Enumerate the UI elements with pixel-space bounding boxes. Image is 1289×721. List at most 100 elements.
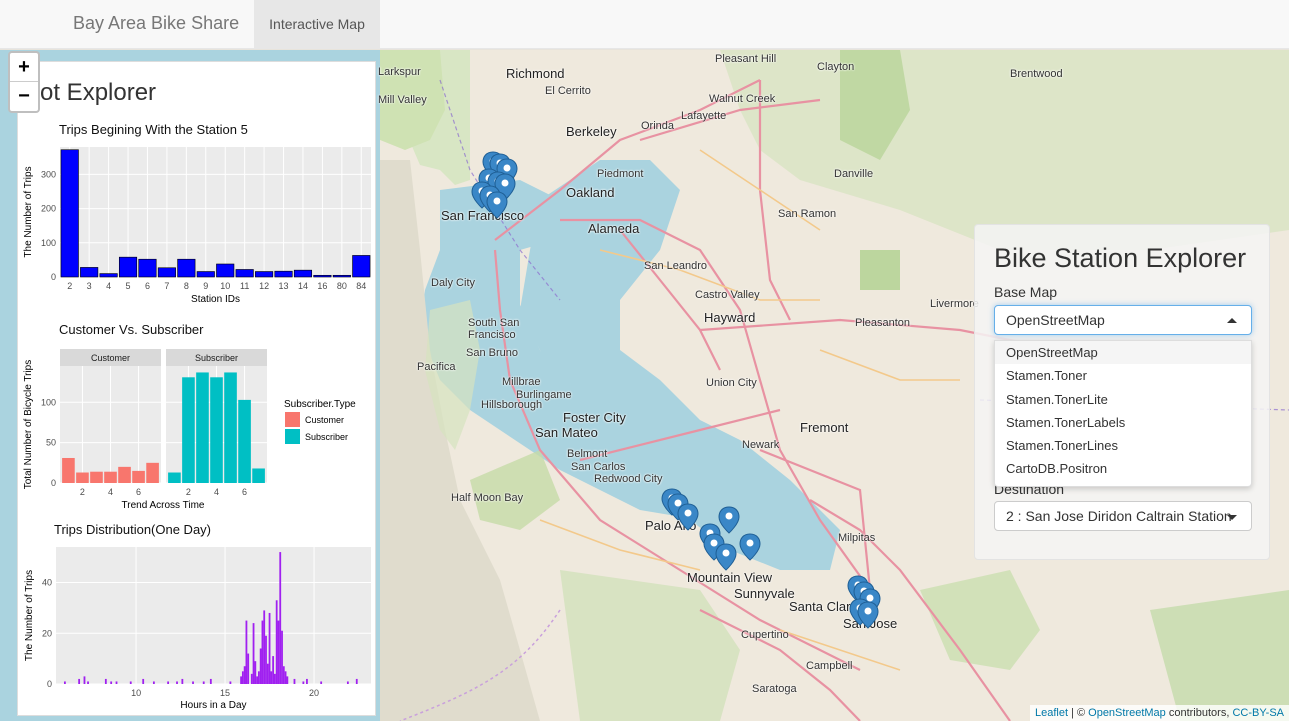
- bar: [282, 666, 285, 684]
- y-tick-label: 0: [47, 679, 52, 689]
- plot-explorer-panel[interactable]: ot Explorer Trips Begining With the Stat…: [17, 61, 376, 716]
- osm-link[interactable]: OpenStreetMap: [1088, 707, 1166, 719]
- map-label: Half Moon Bay: [451, 492, 524, 504]
- x-tick-label: 13: [279, 281, 289, 291]
- bar: [235, 269, 254, 278]
- bar: [129, 681, 132, 684]
- y-tick-label: 100: [41, 238, 56, 248]
- y-tick-label: 20: [42, 628, 52, 638]
- customer-subscriber-chart: Customer 2 4 6 Subscriber 2 4 6 0 50 100 Trend Acro…: [23, 349, 356, 511]
- dropdown-option[interactable]: OpenStreetMap: [995, 341, 1251, 365]
- dropdown-option[interactable]: Stamen.TonerLines: [995, 434, 1251, 457]
- chart1-title: Trips Begining With the Station 5: [59, 122, 248, 137]
- zoom-control: + −: [8, 51, 40, 113]
- dropdown-option[interactable]: Stamen.TonerLabels: [995, 411, 1251, 434]
- chart2-title: Customer Vs. Subscriber: [59, 322, 204, 337]
- x-tick-label: 4: [108, 487, 113, 497]
- bar: [210, 377, 223, 483]
- map-label: Palo Alto: [645, 518, 697, 533]
- legend-swatch: [285, 429, 300, 444]
- bar: [247, 653, 250, 684]
- x-tick-label: 2: [186, 487, 191, 497]
- base-map-select[interactable]: OpenStreetMap: [994, 305, 1252, 335]
- map-label: Saratoga: [752, 683, 797, 695]
- map-label: Walnut Creek: [709, 93, 776, 105]
- bar: [132, 470, 145, 483]
- x-tick-label: 9: [203, 281, 208, 291]
- destination-value: 2 : San Jose Diridon Caltrain Station: [1006, 508, 1232, 524]
- bar: [286, 676, 289, 684]
- bar: [62, 457, 75, 483]
- bar: [192, 681, 194, 684]
- bike-station-explorer-panel[interactable]: Bike Station Explorer Base Map OpenStree…: [974, 224, 1270, 560]
- bar: [274, 270, 293, 278]
- bar: [76, 472, 89, 483]
- bar: [268, 612, 271, 684]
- base-map-dropdown[interactable]: OpenStreetMap Stamen.Toner Stamen.TonerL…: [994, 340, 1252, 487]
- bar: [196, 271, 215, 278]
- bar: [104, 471, 117, 483]
- bar: [257, 671, 260, 684]
- dropdown-option[interactable]: Stamen.Toner: [995, 364, 1251, 387]
- map-label: San Francisco: [441, 208, 525, 223]
- bar: [182, 377, 195, 483]
- dropdown-option[interactable]: Stamen.TonerLite: [995, 388, 1251, 411]
- bar: [263, 610, 266, 684]
- y-tick-label: 100: [41, 397, 56, 407]
- map-label: Sunnyvale: [734, 586, 795, 601]
- bar: [256, 676, 259, 684]
- app-brand[interactable]: Bay Area Bike Share: [73, 13, 239, 34]
- plot-panel: [60, 147, 371, 277]
- y-tick-label: 0: [51, 478, 56, 488]
- map-label: Pleasant Hill: [715, 53, 777, 65]
- x-tick-label: 84: [356, 281, 366, 291]
- x-tick-label: 16: [317, 281, 327, 291]
- bar: [216, 263, 235, 278]
- x-axis-label: Trend Across Time: [122, 500, 205, 511]
- dropdown-option[interactable]: CartoDB.Positron: [995, 457, 1251, 480]
- trips-distribution-chart: 0 20 40 10 15 20 Hours in a Day The Number of T…: [24, 547, 371, 711]
- zoom-out-button[interactable]: −: [10, 82, 38, 111]
- panel-title: ot Explorer: [40, 79, 157, 106]
- bar: [261, 620, 264, 684]
- zoom-in-button[interactable]: +: [10, 53, 38, 82]
- map-label: Redwood City: [594, 473, 663, 485]
- map-label: Brentwood: [1010, 68, 1063, 80]
- x-tick-label: 4: [214, 487, 219, 497]
- map-label: Belmont: [567, 448, 608, 460]
- bar: [142, 678, 145, 684]
- map-label: Foster City: [563, 410, 626, 425]
- bar: [302, 681, 305, 684]
- bar: [110, 681, 113, 684]
- legend-swatch: [285, 412, 300, 427]
- license-link[interactable]: CC-BY-SA: [1232, 707, 1284, 719]
- map-label: Cupertino: [741, 629, 789, 641]
- map-label: Piedmont: [597, 168, 644, 180]
- x-tick-label: 80: [337, 281, 347, 291]
- bar: [146, 462, 159, 483]
- map-label: San Leandro: [644, 260, 707, 272]
- map-label: Milpitas: [838, 532, 876, 544]
- bar: [243, 666, 246, 684]
- map-label: Danville: [834, 168, 874, 180]
- tab-interactive-map[interactable]: Interactive Map: [254, 0, 380, 49]
- legend-label: Customer: [305, 415, 344, 425]
- bar: [252, 468, 265, 483]
- map-attribution: Leaflet | © OpenStreetMap contributors, …: [1029, 705, 1289, 721]
- y-axis-label: The Number of Trips: [24, 570, 35, 661]
- bar: [168, 472, 181, 483]
- legend-label: Subscriber: [305, 432, 348, 442]
- bar: [313, 274, 332, 278]
- x-tick-label: 15: [220, 688, 230, 698]
- bar: [352, 255, 371, 278]
- leaflet-link[interactable]: Leaflet: [1035, 707, 1068, 719]
- y-axis-label: The Number of Trips: [23, 166, 34, 257]
- x-tick-label: 2: [80, 487, 85, 497]
- destination-select[interactable]: 2 : San Jose Diridon Caltrain Station: [994, 501, 1252, 531]
- bar: [241, 671, 244, 684]
- y-axis-label: Total Number of Bicycle Trips: [23, 360, 34, 490]
- facet-label: Subscriber: [195, 353, 238, 363]
- map-label: San Ramon: [778, 208, 837, 220]
- map-label: San Bruno: [466, 347, 518, 359]
- x-tick-label: 14: [298, 281, 308, 291]
